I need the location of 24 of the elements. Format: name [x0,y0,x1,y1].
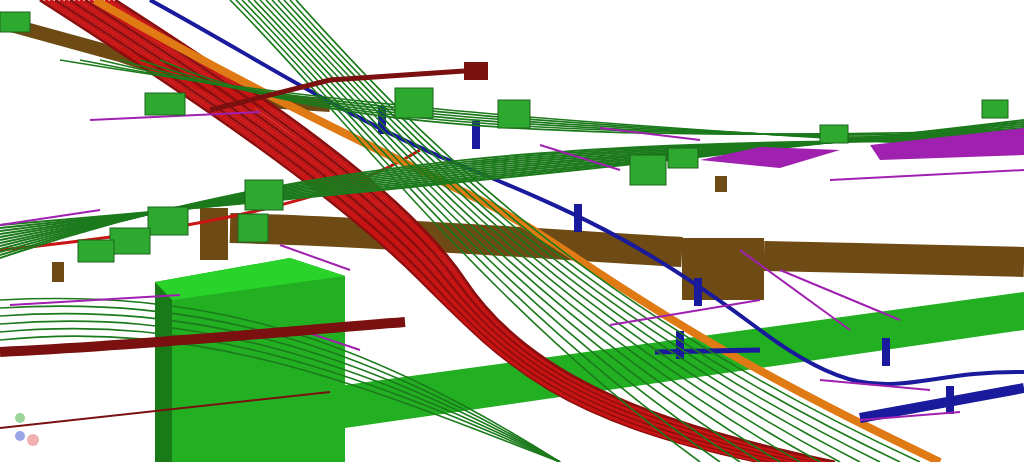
duct-riser [715,176,727,192]
duct-riser [200,208,228,260]
utility-chamber [819,124,849,144]
valve-post [946,386,954,414]
valve-post [472,121,480,149]
valve-post [694,278,702,306]
fiber-line [279,244,351,271]
utility-chamber [237,213,269,243]
utility-chamber [144,92,186,116]
axis-triad-icon [15,413,39,446]
valve-post [882,338,890,366]
sewer-manhole [464,62,488,80]
utility-chamber [497,99,531,129]
valve-post [676,331,684,359]
utility-chamber [981,99,1009,119]
utility-chamber [394,87,434,119]
valve-post [378,106,386,134]
valve-post [574,204,582,232]
utility-chamber [109,227,151,255]
duct-riser [52,262,64,282]
utility-chamber [244,179,284,211]
utility-chamber [0,11,31,33]
utility-chamber [77,239,115,263]
utility-chamber [147,206,189,236]
